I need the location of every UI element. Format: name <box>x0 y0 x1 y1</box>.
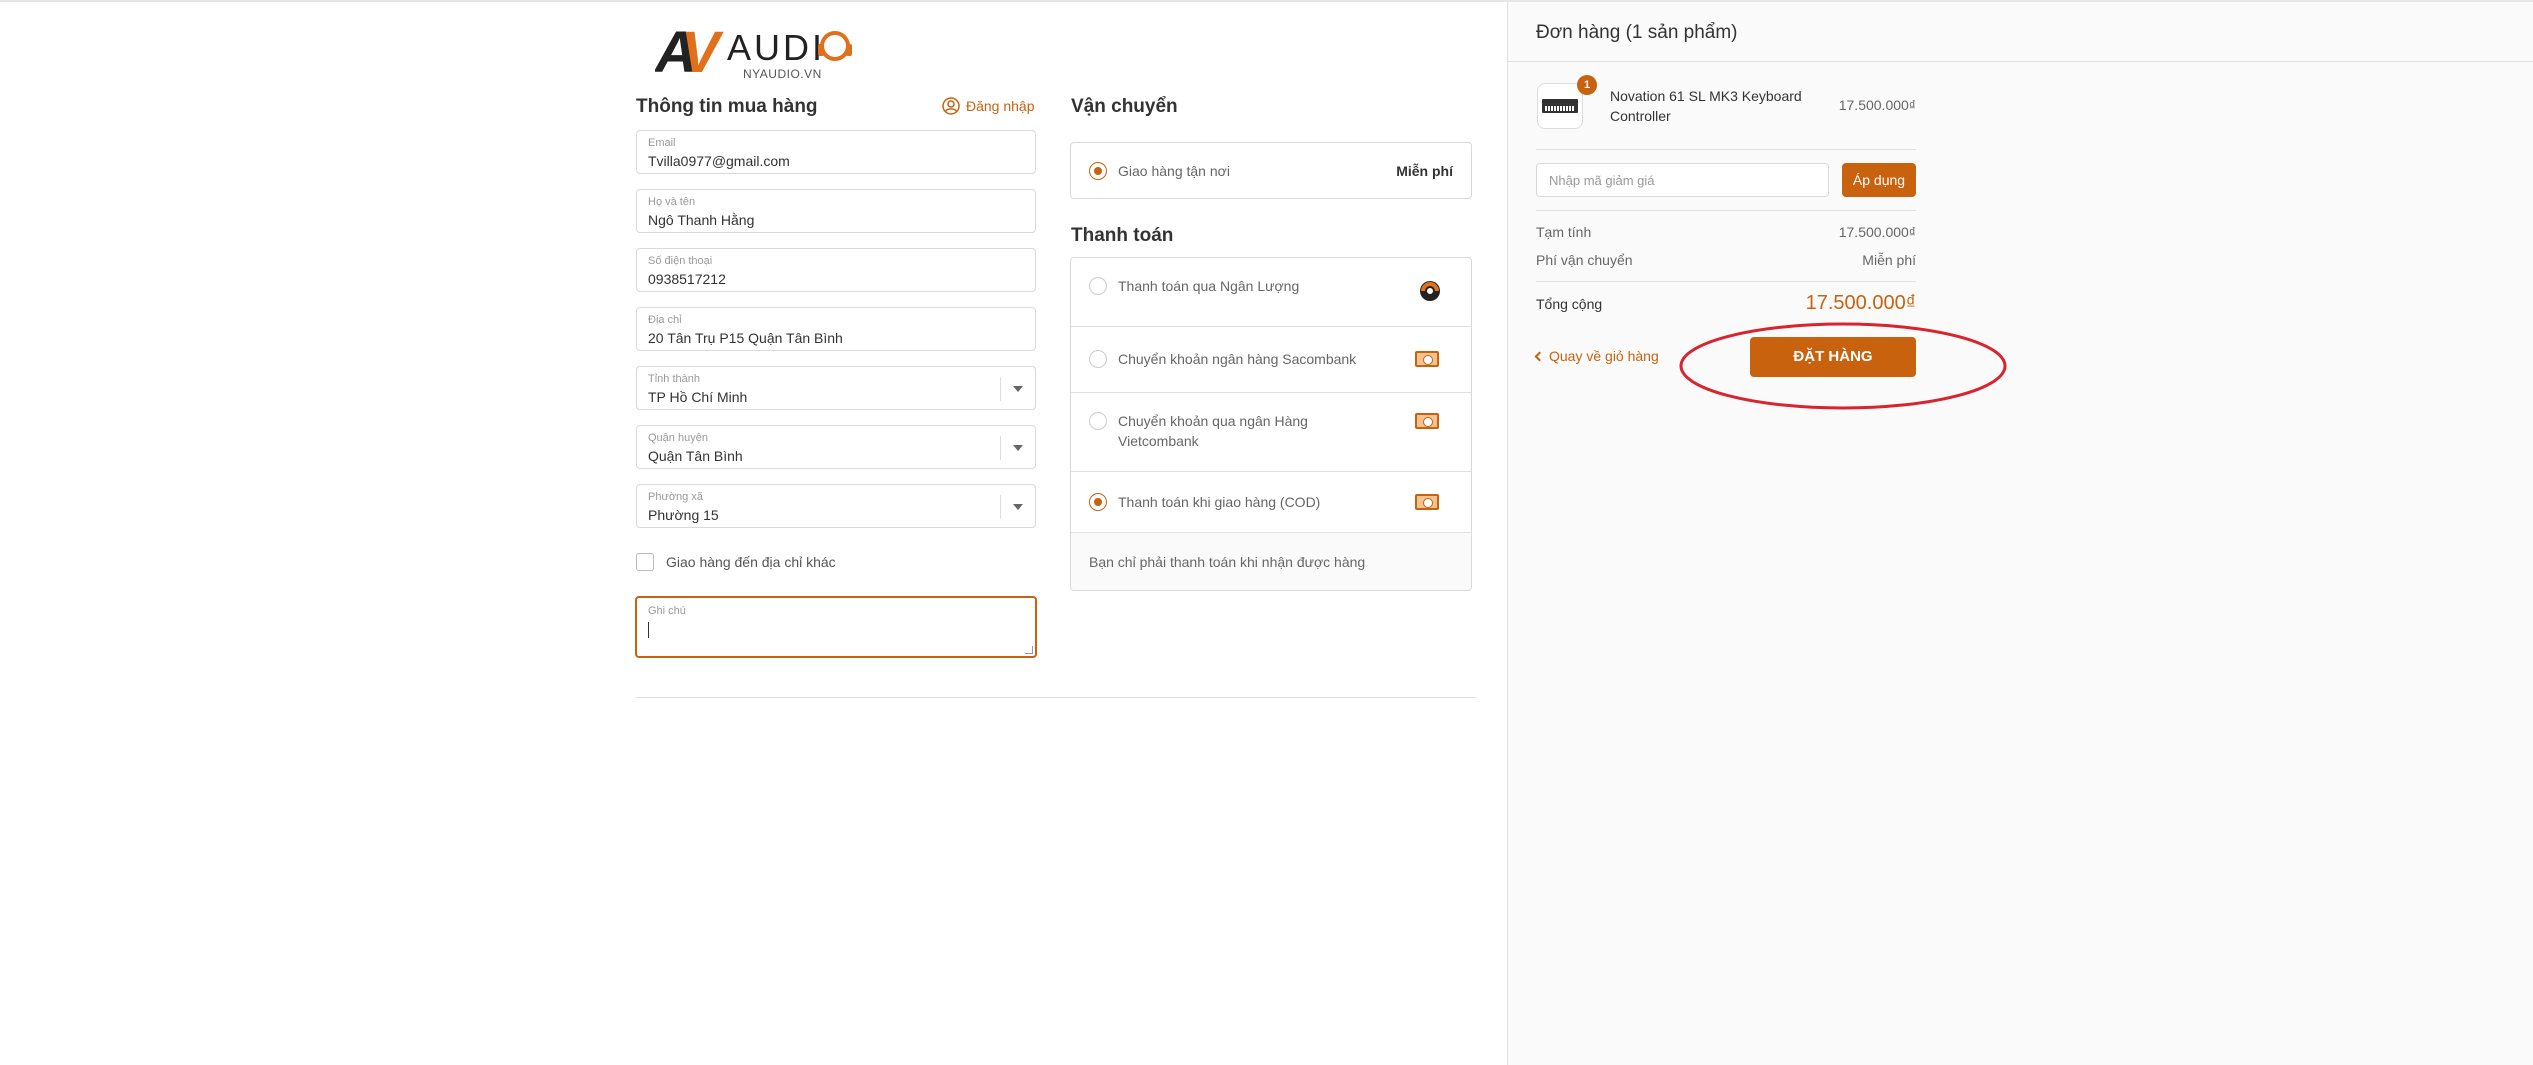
order-title: Đơn hàng (1 sản phẩm) <box>1536 22 1738 43</box>
phone-label: Số điện thoại <box>648 255 713 267</box>
quantity-badge: 1 <box>1577 75 1597 95</box>
payment-option-label: Chuyển khoản ngân hàng Sacombank <box>1118 351 1357 367</box>
shipping-fee-value: Miễn phí <box>1862 252 1916 268</box>
shipping-option[interactable]: Giao hàng tận nơi Miễn phí <box>1070 142 1472 199</box>
email-field[interactable]: Email Tvilla0977@gmail.com <box>636 130 1036 174</box>
shipping-option-price: Miễn phí <box>1396 163 1453 179</box>
total-value: 17.500.000₫ <box>1805 292 1916 314</box>
divider <box>1536 281 1916 282</box>
product-price: 17.500.000₫ <box>1838 97 1916 113</box>
subtotal-label: Tạm tính <box>1536 224 1592 240</box>
customer-info-title: Thông tin mua hàng <box>636 96 818 117</box>
district-select[interactable]: Quận huyện Quận Tân Bình <box>636 425 1036 469</box>
province-value: TP Hồ Chí Minh <box>648 389 748 405</box>
payment-radio[interactable] <box>1089 277 1107 295</box>
other-address-label: Giao hàng đến địa chỉ khác <box>666 554 836 570</box>
subtotal-value: 17.500.000₫ <box>1838 224 1916 240</box>
other-address-option[interactable]: Giao hàng đến địa chỉ khác <box>636 553 836 571</box>
payment-option-vietcombank[interactable]: Chuyển khoản qua ngân Hàng Vietcombank <box>1071 393 1471 472</box>
phone-value: 0938517212 <box>648 271 726 287</box>
text-cursor <box>648 622 649 638</box>
nyaudio-logo[interactable]: A V AUDI NYAUDIO.VN <box>655 20 855 82</box>
fullname-field[interactable]: Họ và tên Ngô Thanh Hằng <box>636 189 1036 233</box>
coupon-input[interactable] <box>1536 163 1829 197</box>
total-label: Tổng cộng <box>1536 296 1603 312</box>
payment-methods: Thanh toán qua Ngân Lượng Chuyển khoản n… <box>1070 257 1472 591</box>
svg-text:AUDI: AUDI <box>727 27 825 68</box>
payment-option-cod[interactable]: Thanh toán khi giao hàng (COD) <box>1071 472 1471 533</box>
ward-label: Phường xã <box>648 491 703 503</box>
cash-icon <box>1415 494 1439 510</box>
divider <box>1536 149 1916 150</box>
chevron-down-icon[interactable] <box>1013 445 1023 451</box>
apply-coupon-button[interactable]: Áp dụng <box>1842 163 1916 197</box>
select-separator <box>1000 377 1001 401</box>
login-label: Đăng nhập <box>966 98 1035 114</box>
district-value: Quận Tân Bình <box>648 448 743 464</box>
chevron-down-icon[interactable] <box>1013 504 1023 510</box>
ward-select[interactable]: Phường xã Phường 15 <box>636 484 1036 528</box>
payment-title: Thanh toán <box>1071 225 1174 246</box>
place-order-button[interactable]: ĐẶT HÀNG <box>1750 337 1916 377</box>
product-name: Novation 61 SL MK3 Keyboard Controller <box>1610 88 1802 124</box>
payment-option-label: Thanh toán khi giao hàng (COD) <box>1118 494 1321 510</box>
payment-option-label: Thanh toán qua Ngân Lượng <box>1118 278 1300 294</box>
shipping-option-label: Giao hàng tận nơi <box>1118 163 1230 179</box>
payment-option-sacombank[interactable]: Chuyển khoản ngân hàng Sacombank <box>1071 327 1471 393</box>
email-value: Tvilla0977@gmail.com <box>648 153 790 169</box>
product-thumbnail <box>1537 83 1583 129</box>
svg-text:NYAUDIO.VN: NYAUDIO.VN <box>743 67 822 81</box>
keyboard-image <box>1542 99 1578 113</box>
cod-description: Bạn chỉ phải thanh toán khi nhận được hà… <box>1071 533 1471 590</box>
payment-option-nganluong[interactable]: Thanh toán qua Ngân Lượng <box>1071 258 1471 327</box>
shipping-title: Vận chuyển <box>1071 96 1178 117</box>
payment-option-label: Chuyển khoản qua ngân Hàng Vietcombank <box>1118 413 1308 449</box>
ward-value: Phường 15 <box>648 507 719 523</box>
district-label: Quận huyện <box>648 432 708 444</box>
login-link[interactable]: Đăng nhập <box>942 97 1035 115</box>
payment-radio[interactable] <box>1089 412 1107 430</box>
nganluong-logo-icon <box>1420 281 1440 301</box>
shipping-radio[interactable] <box>1089 162 1107 180</box>
email-label: Email <box>648 137 676 149</box>
cash-icon <box>1415 351 1439 367</box>
user-circle-icon <box>942 97 960 115</box>
fullname-value: Ngô Thanh Hằng <box>648 212 755 228</box>
back-to-cart-label: Quay về giỏ hàng <box>1549 348 1659 364</box>
note-label: Ghi chú <box>648 605 686 617</box>
divider <box>1508 61 2533 62</box>
note-textarea[interactable]: Ghi chú <box>635 596 1037 658</box>
fullname-label: Họ và tên <box>648 196 696 208</box>
payment-radio[interactable] <box>1089 350 1107 368</box>
payment-radio-selected[interactable] <box>1089 493 1107 511</box>
address-field[interactable]: Địa chỉ 20 Tân Trụ P15 Quận Tân Bình <box>636 307 1036 351</box>
resize-handle[interactable] <box>1025 646 1033 654</box>
checkout-main: A V AUDI NYAUDIO.VN Thông tin mua hàng Đ… <box>0 0 1507 1065</box>
cash-icon <box>1415 413 1439 429</box>
divider <box>636 697 1476 698</box>
order-summary-sidebar <box>1507 0 2533 1065</box>
svg-text:V: V <box>681 20 724 82</box>
divider <box>1536 210 1916 211</box>
province-label: Tỉnh thành <box>648 373 700 385</box>
chevron-left-icon <box>1534 351 1545 361</box>
address-value: 20 Tân Trụ P15 Quận Tân Bình <box>648 330 843 346</box>
other-address-checkbox[interactable] <box>636 553 654 571</box>
phone-field[interactable]: Số điện thoại 0938517212 <box>636 248 1036 292</box>
shipping-fee-label: Phí vận chuyển <box>1536 252 1633 268</box>
address-label: Địa chỉ <box>648 314 682 326</box>
select-separator <box>1000 436 1001 460</box>
chevron-down-icon[interactable] <box>1013 386 1023 392</box>
province-select[interactable]: Tỉnh thành TP Hồ Chí Minh <box>636 366 1036 410</box>
back-to-cart-link[interactable]: Quay về giỏ hàng <box>1534 348 1659 364</box>
select-separator <box>1000 495 1001 519</box>
coupon-text-input[interactable] <box>1537 164 1828 196</box>
